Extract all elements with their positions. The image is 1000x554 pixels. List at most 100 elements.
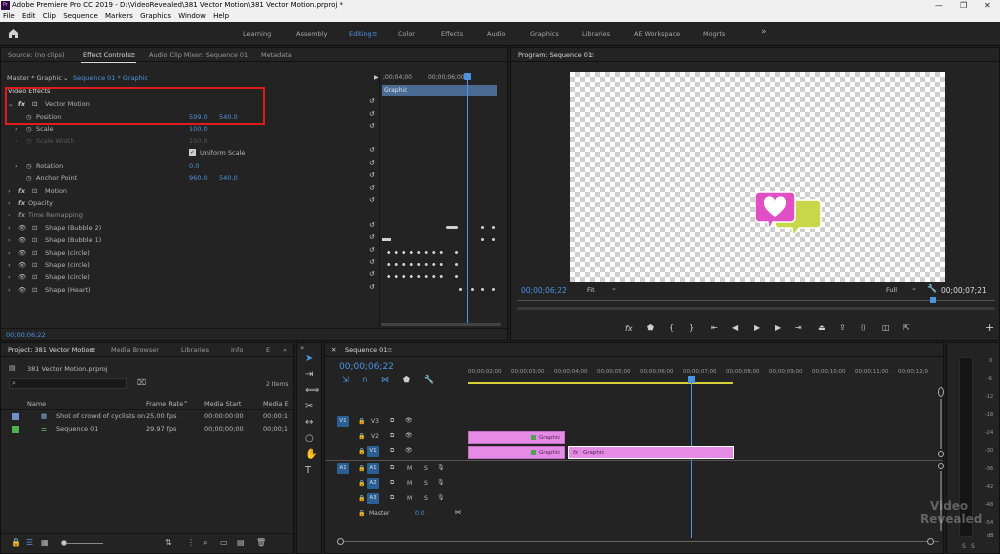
horizontal-scrollbar[interactable]: [339, 541, 939, 542]
tab-audio-clip-mixer[interactable]: Audio Clip Mixer: Sequence 01: [149, 51, 248, 59]
menu-help[interactable]: Help: [213, 12, 229, 20]
mark-in-icon[interactable]: {: [669, 323, 674, 332]
horizontal-scroll-handle[interactable]: [337, 538, 344, 545]
opacity-row[interactable]: › fx Opacity: [1, 197, 376, 209]
expand-arrow-icon[interactable]: ›: [8, 209, 11, 221]
pen-tool-icon[interactable]: ○: [305, 433, 314, 444]
reset-icon[interactable]: ↺: [369, 221, 375, 229]
solo-right-button[interactable]: S: [971, 543, 975, 550]
workspace-menu-icon[interactable]: ≡: [372, 30, 377, 38]
timeline-ruler[interactable]: 00;00;02;00 00;00;03;00 00;00;04;00 00;0…: [468, 367, 943, 385]
menu-file[interactable]: File: [3, 12, 15, 20]
add-button-icon[interactable]: +: [985, 321, 994, 334]
wrench-icon[interactable]: 🔧: [927, 284, 937, 293]
column-media-start[interactable]: Media Start: [204, 398, 241, 410]
resolution-dropdown[interactable]: Full: [886, 286, 897, 294]
fx-icon[interactable]: fx: [18, 185, 25, 197]
keyframe-group[interactable]: [385, 251, 445, 254]
timeline-playhead-handle[interactable]: [688, 376, 695, 383]
play-only-audio-icon[interactable]: ▶: [374, 72, 379, 84]
step-forward-icon[interactable]: ▶: [775, 323, 781, 332]
keyframe[interactable]: [492, 238, 495, 241]
keyframe[interactable]: [459, 288, 462, 291]
microphone-icon[interactable]: 🎙: [437, 479, 445, 486]
fx-icon[interactable]: fx: [625, 324, 633, 333]
more-tabs-icon[interactable]: »: [300, 344, 304, 352]
keyframe[interactable]: [492, 226, 495, 229]
menu-markers[interactable]: Markers: [105, 12, 133, 20]
lock-icon[interactable]: 🔒: [11, 538, 21, 547]
transform-icon[interactable]: ⊡: [32, 259, 37, 271]
tab-sequence[interactable]: Sequence 01: [345, 346, 387, 354]
eye-icon[interactable]: 👁: [18, 284, 26, 296]
go-to-out-icon[interactable]: ⇥: [795, 323, 802, 332]
menu-edit[interactable]: Edit: [22, 12, 36, 20]
track-target-v1[interactable]: V1: [367, 446, 379, 457]
sync-lock-icon[interactable]: ⧉: [390, 447, 394, 455]
lock-icon[interactable]: 🔒: [358, 465, 365, 472]
reset-icon[interactable]: ↺: [369, 122, 375, 130]
menu-window[interactable]: Window: [178, 12, 206, 20]
track-select-tool-icon[interactable]: ⇥: [305, 369, 313, 380]
eye-icon[interactable]: 👁: [405, 432, 413, 439]
track-target-a2[interactable]: A2: [367, 478, 379, 489]
panel-menu-icon[interactable]: ≡: [387, 346, 392, 354]
shape-row[interactable]: › 👁 ⊡ Shape (circle): [1, 247, 376, 259]
column-name[interactable]: Name: [27, 398, 46, 410]
stopwatch-icon[interactable]: ◷: [26, 123, 32, 135]
nest-icon[interactable]: ⇲: [342, 375, 349, 384]
keyframe[interactable]: [455, 263, 458, 266]
fx-icon[interactable]: fx: [18, 197, 25, 209]
lock-icon[interactable]: 🔒: [358, 480, 365, 487]
keyframe[interactable]: [481, 238, 484, 241]
expand-arrow-icon[interactable]: ›: [8, 197, 11, 209]
rotation-value[interactable]: 0.0: [189, 160, 199, 172]
linked-selection-icon[interactable]: ⋈: [381, 375, 389, 384]
eye-icon[interactable]: 👁: [18, 234, 26, 246]
keyframe[interactable]: [481, 288, 484, 291]
workspace-effects[interactable]: Effects: [441, 30, 463, 38]
mute-button[interactable]: M: [407, 480, 412, 487]
keyframe[interactable]: [455, 251, 458, 254]
timeline-timecode[interactable]: 00;00;06;22: [339, 362, 394, 372]
table-row[interactable]: ▦ Shot of crowd of cyclists on 25.00 fps…: [1, 410, 295, 423]
lift-icon[interactable]: ⏏: [818, 323, 826, 332]
reset-icon[interactable]: ↺: [369, 270, 375, 278]
tab-e[interactable]: E: [266, 346, 270, 354]
panel-menu-icon[interactable]: ≡: [90, 346, 95, 354]
vertical-scroll-handle[interactable]: [938, 387, 944, 397]
close-tab-icon[interactable]: ✕: [331, 346, 336, 354]
shape-row[interactable]: › 👁 ⊡ Shape (Heart): [1, 284, 376, 296]
horizontal-scroll-handle[interactable]: [927, 538, 934, 545]
tab-media-browser[interactable]: Media Browser: [111, 346, 159, 354]
program-title[interactable]: Program: Sequence 01: [518, 51, 592, 59]
program-time-ruler[interactable]: [517, 300, 995, 301]
lock-icon[interactable]: 🔒: [358, 510, 365, 517]
sync-lock-icon[interactable]: ⧉: [390, 494, 394, 502]
add-marker-icon[interactable]: ⬟: [403, 375, 410, 384]
extract-icon[interactable]: ⇪: [839, 323, 846, 332]
expand-arrow-icon[interactable]: ›: [15, 160, 18, 172]
expand-arrow-icon[interactable]: ›: [8, 284, 11, 296]
chevron-down-icon[interactable]: ⌄: [63, 72, 68, 84]
reset-icon[interactable]: ↺: [369, 110, 375, 118]
workspace-assembly[interactable]: Assembly: [296, 30, 327, 38]
label-color-swatch[interactable]: [12, 426, 19, 433]
column-media-end[interactable]: Media E: [263, 398, 289, 410]
scale-value[interactable]: 100.0: [189, 123, 208, 135]
minimize-icon[interactable]: —: [935, 0, 943, 11]
keyframe[interactable]: [481, 226, 484, 229]
menu-graphics[interactable]: Graphics: [140, 12, 171, 20]
solo-button[interactable]: S: [424, 495, 428, 502]
workspace-color[interactable]: Color: [398, 30, 415, 38]
type-tool-icon[interactable]: T: [305, 465, 311, 476]
transform-icon[interactable]: ⊡: [32, 234, 37, 246]
slip-tool-icon[interactable]: ↔: [305, 417, 313, 428]
sort-icons-icon[interactable]: ⇅: [165, 538, 172, 547]
effect-zoom-scrollbar[interactable]: [381, 323, 501, 326]
tab-source[interactable]: Source: (no clips): [8, 51, 65, 59]
expand-arrow-icon[interactable]: ›: [8, 234, 11, 246]
shape-row[interactable]: › 👁 ⊡ Shape (circle): [1, 259, 376, 271]
eye-icon[interactable]: 👁: [405, 417, 413, 424]
expand-arrow-icon[interactable]: ›: [8, 247, 11, 259]
